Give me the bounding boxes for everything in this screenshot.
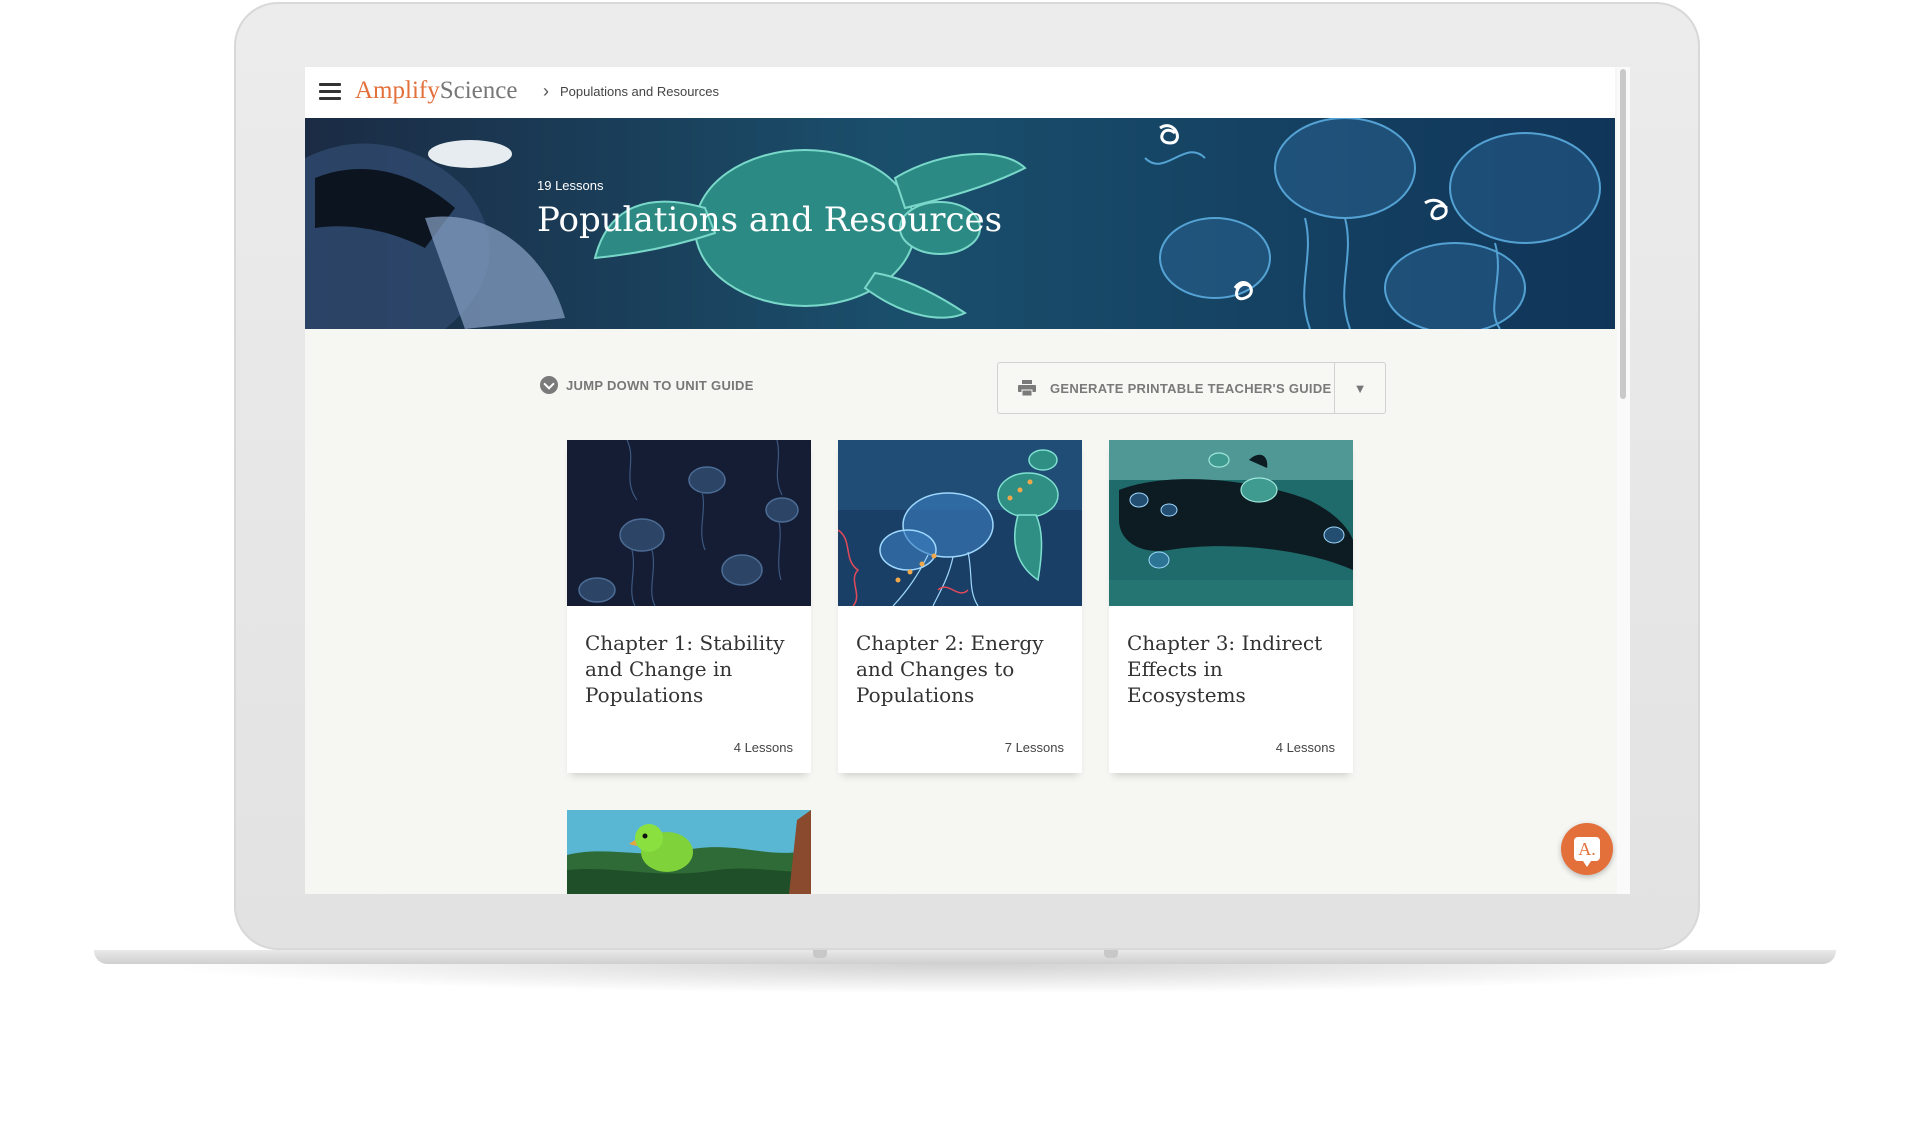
chevron-right-icon: ›	[543, 81, 549, 101]
logo-primary: Amplify	[355, 77, 440, 104]
menu-icon[interactable]	[319, 83, 341, 101]
unit-hero-banner: 19 Lessons Populations and Resources	[305, 118, 1615, 329]
laptop-hinge-left	[813, 950, 827, 958]
printer-icon	[1018, 380, 1036, 396]
top-bar: AmplifyScience › Populations and Resourc…	[305, 67, 1615, 119]
chapter-3-image	[1109, 440, 1353, 606]
chapter-3-title: Chapter 3: Indirect Effects in Ecosystem…	[1127, 631, 1323, 707]
laptop-base	[94, 950, 1836, 964]
laptop-hinge-right	[1104, 950, 1118, 958]
unit-title: Populations and Resources	[537, 200, 1003, 240]
generate-teachers-guide-button[interactable]: GENERATE PRINTABLE TEACHER'S GUIDE ▼	[997, 362, 1386, 414]
generate-guide-main[interactable]: GENERATE PRINTABLE TEACHER'S GUIDE	[998, 363, 1335, 413]
chapter-4-image	[567, 810, 811, 894]
chapter-3-lesson-count: 4 Lessons	[1275, 740, 1335, 755]
chapter-1-lesson-count: 4 Lessons	[733, 740, 793, 755]
chevron-down-circle-icon	[540, 376, 558, 394]
unit-lesson-count: 19 Lessons	[537, 178, 604, 193]
scrollbar-thumb[interactable]	[1620, 69, 1626, 399]
jump-to-unit-guide-link[interactable]: JUMP DOWN TO UNIT GUIDE	[540, 376, 754, 394]
chapter-2-title: Chapter 2: Energy and Changes to Populat…	[856, 631, 1044, 707]
breadcrumb[interactable]: Populations and Resources	[560, 84, 719, 99]
dropdown-caret-icon[interactable]: ▼	[1335, 363, 1385, 413]
generate-guide-label: GENERATE PRINTABLE TEACHER'S GUIDE	[1050, 380, 1332, 396]
help-chat-button[interactable]: A.	[1561, 823, 1613, 875]
scrollbar[interactable]	[1617, 67, 1630, 894]
logo-secondary: Science	[439, 77, 518, 104]
laptop-shadow	[150, 964, 1780, 994]
chapter-1-title: Chapter 1: Stability and Change in Popul…	[585, 631, 785, 707]
chat-bubble-icon: A.	[1574, 837, 1600, 867]
chapter-card-4[interactable]	[567, 810, 811, 894]
chapter-card-2[interactable]: Chapter 2: Energy and Changes to Populat…	[838, 440, 1082, 773]
chapter-2-lesson-count: 7 Lessons	[1004, 740, 1064, 755]
screen: AmplifyScience › Populations and Resourc…	[305, 67, 1630, 894]
chapter-card-3[interactable]: Chapter 3: Indirect Effects in Ecosystem…	[1109, 440, 1353, 773]
chapter-2-image	[838, 440, 1082, 606]
jump-label: JUMP DOWN TO UNIT GUIDE	[566, 377, 754, 393]
chapter-1-image	[567, 440, 811, 606]
amplify-science-logo[interactable]: AmplifyScience	[355, 77, 517, 105]
chapter-card-1[interactable]: Chapter 1: Stability and Change in Popul…	[567, 440, 811, 773]
